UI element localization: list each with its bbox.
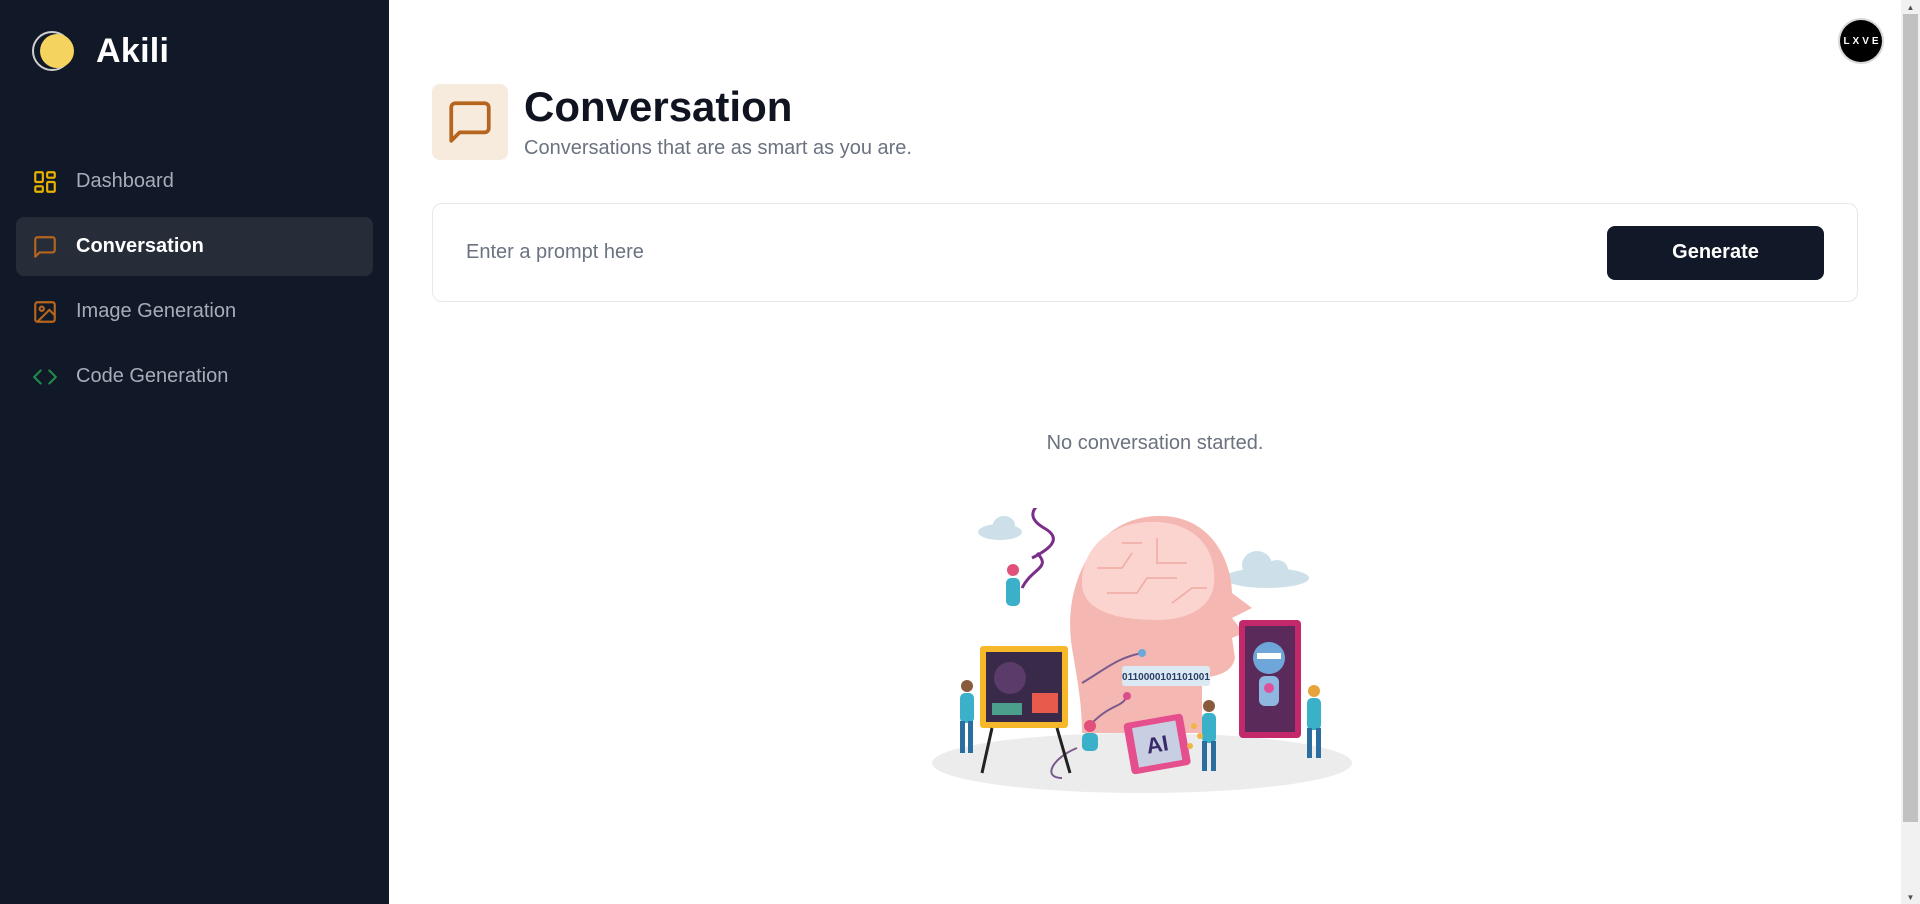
scroll-down-icon[interactable]: ▼ xyxy=(1901,890,1920,904)
scroll-up-icon[interactable]: ▲ xyxy=(1901,0,1920,14)
empty-state-illustration: 0110000101101001 AI xyxy=(932,501,1372,798)
sidebar-item-label: Image Generation xyxy=(76,300,237,322)
sidebar-item-label: Conversation xyxy=(76,235,204,257)
brand[interactable]: Akili xyxy=(16,0,373,102)
user-avatar[interactable]: LXVE xyxy=(1840,20,1882,62)
sidebar-item-label: Code Generation xyxy=(76,365,229,387)
logo-icon xyxy=(32,29,76,73)
page-heading: Conversation Conversations that are as s… xyxy=(432,84,912,160)
dashboard-icon xyxy=(32,169,58,195)
sidebar-item-conversation[interactable]: Conversation xyxy=(16,217,373,276)
prompt-form: Generate xyxy=(432,203,1858,302)
illustration-chip-label: AI xyxy=(1144,730,1170,758)
heading-text: Conversation Conversations that are as s… xyxy=(524,84,912,159)
app-root: Akili Dashboard Conversation Image Gener… xyxy=(0,0,1920,904)
illustration-binary-label: 0110000101101001 xyxy=(1122,672,1210,683)
vertical-scrollbar[interactable]: ▲ ▼ xyxy=(1901,0,1920,904)
sidebar: Akili Dashboard Conversation Image Gener… xyxy=(0,0,389,904)
empty-state-message: No conversation started. xyxy=(1046,432,1264,454)
prompt-input[interactable] xyxy=(466,241,1607,264)
message-icon xyxy=(432,84,508,160)
code-icon xyxy=(32,364,58,390)
sidebar-item-label: Dashboard xyxy=(76,170,174,192)
sidebar-item-code-generation[interactable]: Code Generation xyxy=(16,347,373,406)
sidebar-item-image-generation[interactable]: Image Generation xyxy=(16,282,373,341)
sidebar-item-dashboard[interactable]: Dashboard xyxy=(16,152,373,211)
main-content: LXVE Conversation Conversations that are… xyxy=(389,0,1920,904)
page-subtitle: Conversations that are as smart as you a… xyxy=(524,136,912,159)
page-title: Conversation xyxy=(524,83,793,131)
image-icon xyxy=(32,299,58,325)
brand-name: Akili xyxy=(96,31,170,70)
sidebar-nav: Dashboard Conversation Image Generation … xyxy=(16,152,373,406)
scrollbar-thumb[interactable] xyxy=(1903,14,1918,822)
message-icon xyxy=(32,234,58,260)
generate-button[interactable]: Generate xyxy=(1607,225,1824,280)
